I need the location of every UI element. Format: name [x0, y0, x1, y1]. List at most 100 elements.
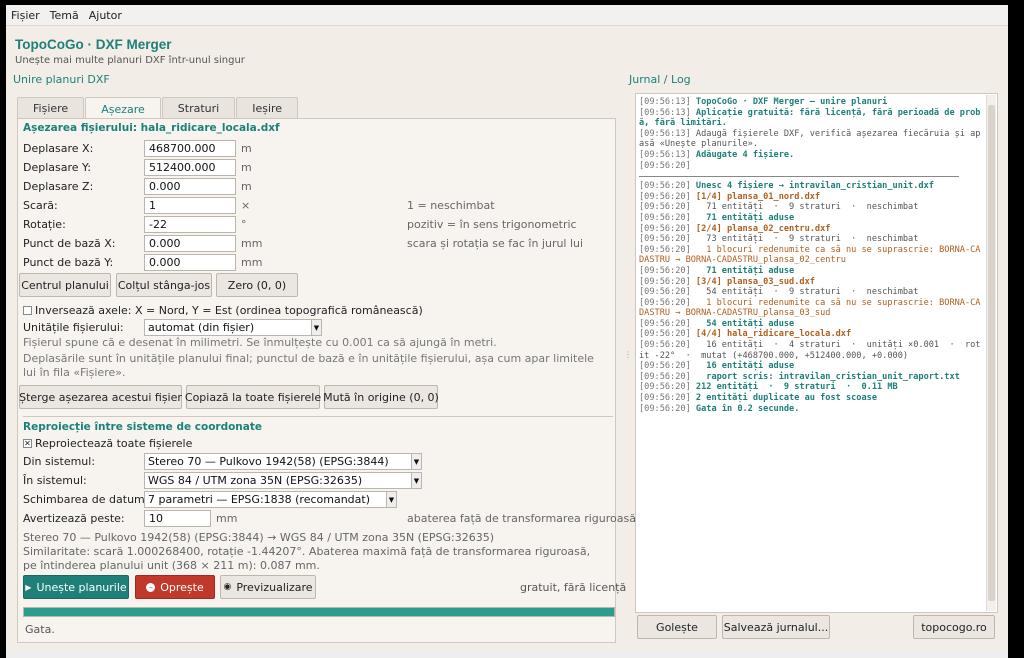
units-select[interactable]: automat (din fișier) ▼	[144, 319, 322, 336]
stop-button[interactable]: – Oprește	[135, 575, 215, 599]
log-line: [09:56:20] 73 entități · 9 straturi · ne…	[639, 234, 984, 245]
log-message: TopoCoGo · DXF Merger — unire planuri	[695, 97, 888, 107]
log-line: [09:56:20] 54 entități · 9 straturi · ne…	[639, 287, 984, 298]
tab-output[interactable]: Ieșire	[236, 97, 299, 119]
field-input[interactable]: 0.000	[144, 235, 236, 252]
log-line: [09:56:20] raport scris: intravilan_cris…	[639, 372, 984, 383]
reproj-summary-1: Stereo 70 — Pulkovo 1942(58) (EPSG:3844)…	[23, 531, 495, 544]
field-label: Rotație:	[23, 218, 66, 231]
log-message: 73 entități · 9 straturi · neschimbat	[695, 234, 919, 245]
log-timestamp: [09:56:20]	[639, 191, 696, 202]
log-line: [09:56:13] Adăugate 4 fișiere.	[639, 150, 984, 161]
log-line: [09:56:20] 16 entități · 4 straturi · un…	[639, 340, 984, 361]
field-input[interactable]: 0.000	[144, 254, 236, 271]
reproj-all-checkbox[interactable]: ✕	[23, 439, 32, 448]
website-button[interactable]: topocogo.ro	[913, 615, 995, 639]
from-system-select[interactable]: Stereo 70 — Pulkovo 1942(58) (EPSG:3844)…	[144, 453, 422, 470]
zero-origin-button[interactable]: Zero (0, 0)	[216, 273, 298, 297]
log-line: [09:56:20] [2/4] plansa_02_centru.dxf	[639, 224, 984, 235]
invert-axes-row[interactable]: Inversează axele: X = Nord, Y = Est (ord…	[23, 302, 423, 319]
warn-unit: mm	[216, 512, 238, 525]
merge-button[interactable]: ▶ Unește planurile	[23, 575, 129, 599]
reproj-all-label: Reproiectează toate fișierele	[35, 437, 193, 450]
units-select-value: automat (din fișier)	[148, 321, 255, 334]
log-line: [09:56:20] 71 entități · 9 straturi · ne…	[639, 202, 984, 213]
reproj-all-row[interactable]: ✕ Reproiectează toate fișierele	[23, 435, 192, 452]
move-to-origin-button[interactable]: Mută în origine (0, 0)	[323, 385, 439, 409]
save-log-button[interactable]: Salvează jurnalul...	[722, 615, 830, 639]
log-message: Gata în 0.2 secunde.	[695, 403, 800, 414]
eye-icon: ◉	[223, 582, 232, 592]
field-input[interactable]: -22	[144, 216, 236, 233]
log-line: [09:56:13] Adaugă fișierele DXF, verific…	[639, 129, 984, 150]
to-system-label: În sistemul:	[23, 474, 87, 487]
bottom-left-corner-button[interactable]: Colțul stânga-jos	[116, 273, 212, 297]
log-timestamp: [09:56:20]	[639, 318, 696, 329]
bottom-strip	[6, 651, 1008, 658]
field-unit: m	[241, 142, 252, 155]
datum-select[interactable]: 7 parametri — EPSG:1838 (recomandat) ▼	[144, 491, 397, 508]
log-scrollbar[interactable]	[986, 95, 996, 611]
log-line: [09:56:20] 71 entități aduse	[639, 213, 984, 224]
log-timestamp: [09:56:20]	[639, 329, 696, 340]
log-timestamp: [09:56:20]	[639, 297, 696, 308]
log-message: 71 entități · 9 straturi · neschimbat	[695, 202, 919, 213]
to-system-select[interactable]: WGS 84 / UTM zona 35N (EPSG:32635) ▼	[144, 472, 422, 489]
progress-bar	[23, 607, 615, 617]
log-message: Unesc 4 fișiere → intravilan_cristian_un…	[695, 181, 934, 192]
log-timestamp: [09:56:20]	[639, 181, 696, 192]
log-timestamp: [09:56:20]	[639, 361, 696, 372]
log-message: [3/4] plansa_03_sud.dxf	[695, 276, 815, 287]
clear-placement-button[interactable]: Șterge așezarea acestui fișier	[19, 385, 182, 409]
menu-theme[interactable]: Temă	[50, 9, 79, 22]
log-timestamp: [09:56:20]	[639, 234, 696, 245]
chevron-down-icon: ▼	[411, 473, 421, 488]
warn-threshold-input[interactable]: 10	[144, 510, 211, 527]
log-line: [09:56:20] 54 entități aduse	[639, 319, 984, 330]
log-line: [09:56:20] [1/4] plansa_01_nord.dxf	[639, 192, 984, 203]
warn-hint: abaterea față de transformarea riguroasă	[407, 512, 636, 525]
log-timestamp: [09:56:13]	[639, 97, 696, 107]
log-line: [09:56:20] 16 entități aduse	[639, 361, 984, 372]
menu-file[interactable]: Fișier	[11, 9, 40, 22]
app-header: TopoCoGo · DXF Merger Unește mai multe p…	[6, 27, 1008, 72]
tab-placement[interactable]: Așezare	[85, 97, 161, 120]
from-system-value: Stereo 70 — Pulkovo 1942(58) (EPSG:3844)	[148, 455, 389, 468]
preview-button[interactable]: ◉ Previzualizare	[220, 575, 316, 599]
field-input[interactable]: 1	[144, 197, 236, 214]
field-label: Scară:	[23, 199, 58, 212]
field-label: Deplasare Z:	[23, 180, 94, 193]
menu-help[interactable]: Ajutor	[89, 9, 122, 22]
field-unit: m	[241, 161, 252, 174]
field-unit: °	[241, 218, 247, 231]
tab-layers[interactable]: Straturi	[161, 97, 236, 119]
placement-heading: Așezarea fișierului: hala_ridicare_local…	[23, 122, 280, 134]
reproj-heading: Reproiecție între sisteme de coordonate	[23, 421, 263, 433]
invert-axes-checkbox[interactable]	[23, 306, 32, 315]
datum-label: Schimbarea de datum:	[23, 493, 149, 506]
field-label: Punct de bază X:	[23, 237, 116, 250]
log-line: [09:56:20] 1 blocuri redenumite ca să nu…	[639, 245, 984, 266]
warn-label: Avertizează peste:	[23, 512, 125, 525]
field-unit: m	[241, 180, 252, 193]
log-timestamp: [09:56:20]	[639, 223, 696, 234]
app-subtitle: Unește mai multe planuri DXF într-unul s…	[15, 55, 245, 66]
panel-splitter-handle[interactable]: ⋮	[624, 350, 632, 359]
log-section-title: Jurnal / Log	[629, 73, 691, 86]
from-system-label: Din sistemul:	[23, 455, 96, 468]
merge-section-title: Unire planuri DXF	[13, 73, 110, 86]
tab-files[interactable]: Fișiere	[17, 97, 85, 119]
log-message: 2 entități duplicate au fost scoase	[695, 393, 878, 404]
field-input[interactable]: 0.000	[144, 178, 236, 195]
field-input[interactable]: 468700.000	[144, 140, 236, 157]
copy-to-all-button[interactable]: Copiază la toate fișierele	[185, 385, 321, 409]
preview-button-label: Previzualizare	[236, 580, 313, 594]
log-timestamp: [09:56:20]	[639, 202, 696, 213]
log-message: [4/4] hala_ridicare_locala.dxf	[695, 329, 852, 340]
log-timestamp: [09:56:20]	[639, 403, 696, 414]
log-line: [09:56:20] 2 entități duplicate au fost …	[639, 393, 984, 404]
log-scrollbar-thumb[interactable]	[988, 105, 995, 601]
center-plan-button[interactable]: Centrul planului	[19, 273, 111, 297]
field-input[interactable]: 512400.000	[144, 159, 236, 176]
clear-log-button[interactable]: Golește	[637, 615, 717, 639]
